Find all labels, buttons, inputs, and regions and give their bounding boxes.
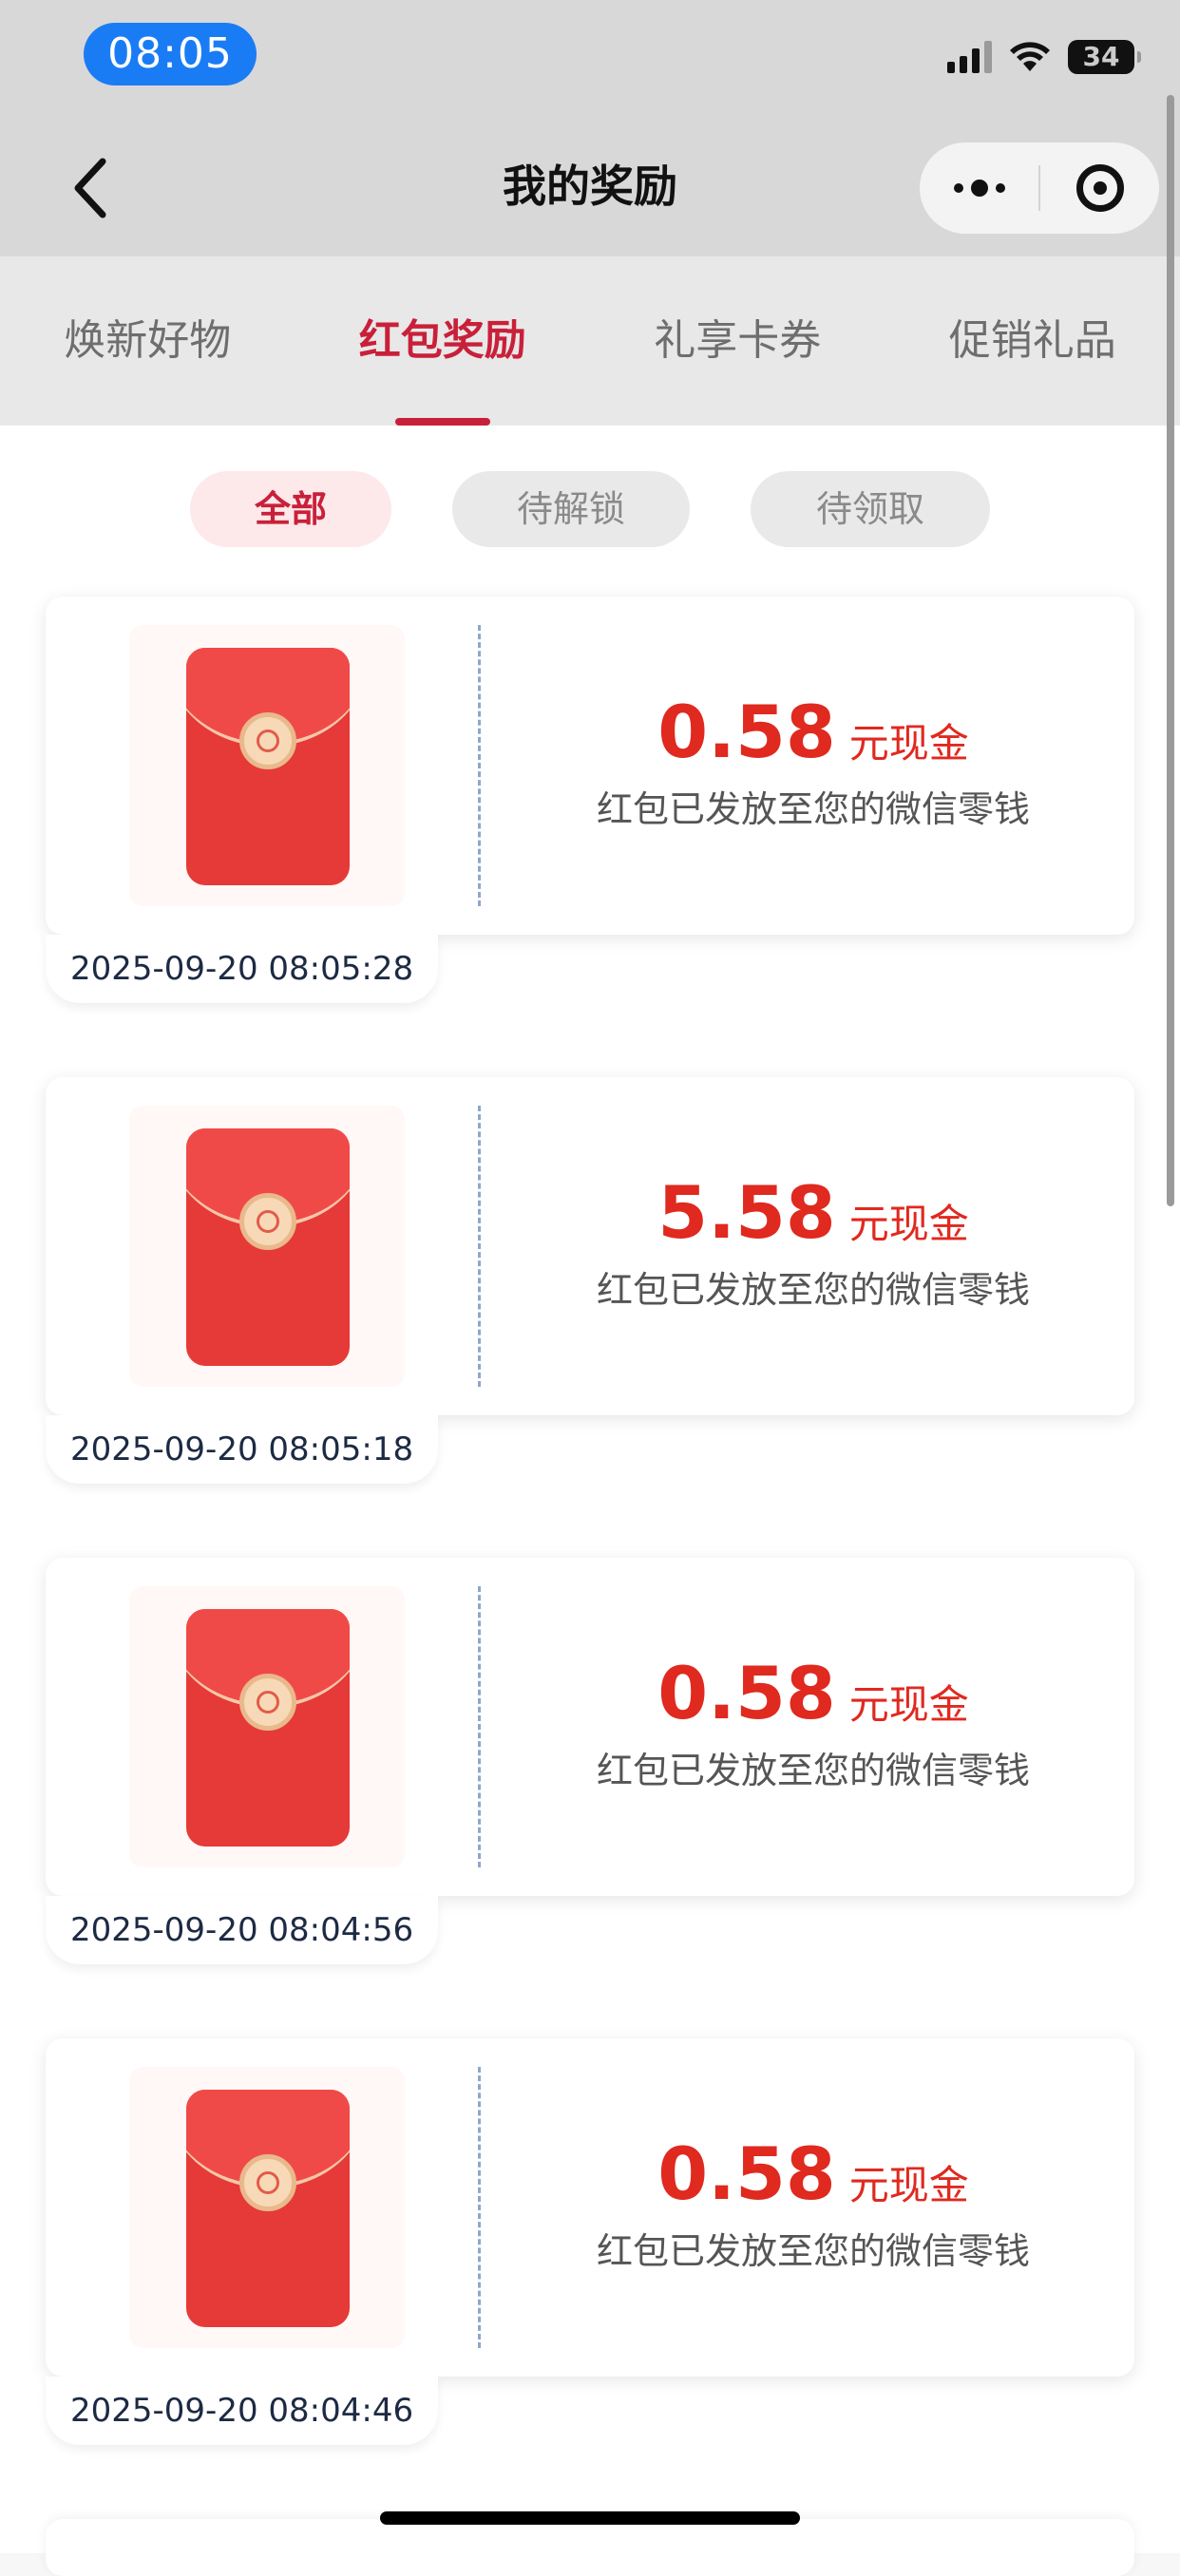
- reward-info: 0.58 元现金 红包已发放至您的微信零钱: [492, 2038, 1134, 2377]
- tab-red-packet-rewards[interactable]: 红包奖励: [295, 256, 591, 426]
- mini-program-capsule: [920, 142, 1159, 234]
- dashed-divider: [478, 1586, 481, 1867]
- reward-description: 红包已发放至您的微信零钱: [492, 780, 1134, 832]
- tab-gift-coupons[interactable]: 礼享卡券: [590, 256, 885, 426]
- red-envelope-icon: [186, 648, 350, 885]
- reward-card[interactable]: 5.58 元现金 红包已发放至您的微信零钱: [46, 1077, 1134, 1415]
- red-packet-image: [129, 1586, 405, 1867]
- reward-timestamp: 2025-09-20 08:05:18: [46, 1415, 438, 1484]
- reward-amount: 0.58: [657, 690, 836, 774]
- close-mini-program-button[interactable]: [1040, 142, 1159, 234]
- reward-unit: 元现金: [849, 1201, 969, 1247]
- reward-list-area: 全部 待解锁 待领取 0.58 元现金 红包已发放至您的微信零钱 2025-09-…: [0, 426, 1180, 2553]
- reward-description: 红包已发放至您的微信零钱: [492, 1741, 1134, 1793]
- reward-amount: 0.58: [657, 2131, 836, 2216]
- battery-icon: 34: [1068, 40, 1134, 74]
- status-icons: 34: [947, 40, 1134, 74]
- reward-amount: 5.58: [657, 1170, 836, 1255]
- wifi-icon: [1009, 41, 1051, 73]
- reward-amount: 0.58: [657, 1651, 836, 1735]
- reward-card-partial: [46, 2519, 1134, 2576]
- reward-unit: 元现金: [849, 2162, 969, 2208]
- reward-info: 0.58 元现金 红包已发放至您的微信零钱: [492, 1558, 1134, 1896]
- red-packet-image: [129, 1106, 405, 1387]
- dashed-divider: [478, 625, 481, 906]
- reward-unit: 元现金: [849, 720, 969, 767]
- nav-bar: 我的奖励: [0, 123, 1180, 256]
- signal-icon: [947, 41, 992, 73]
- reward-timestamp: 2025-09-20 08:04:56: [46, 1896, 438, 1964]
- red-envelope-icon: [186, 2090, 350, 2327]
- home-indicator: [380, 2511, 800, 2525]
- reward-card[interactable]: 0.58 元现金 红包已发放至您的微信零钱: [46, 2038, 1134, 2377]
- reward-timestamp: 2025-09-20 08:04:46: [46, 2377, 438, 2445]
- status-time: 08:05: [84, 23, 257, 85]
- tab-promo-gifts[interactable]: 促销礼品: [885, 256, 1180, 426]
- red-packet-image: [129, 625, 405, 906]
- dashed-divider: [478, 1106, 481, 1387]
- reward-unit: 元现金: [849, 1681, 969, 1728]
- reward-info: 5.58 元现金 红包已发放至您的微信零钱: [492, 1077, 1134, 1415]
- reward-timestamp: 2025-09-20 08:05:28: [46, 935, 438, 1003]
- more-button[interactable]: [920, 142, 1038, 234]
- more-dots-icon: [954, 180, 1005, 197]
- target-icon: [1076, 164, 1124, 212]
- red-envelope-icon: [186, 1128, 350, 1366]
- status-bar: 08:05 34: [0, 0, 1180, 123]
- reward-card[interactable]: 0.58 元现金 红包已发放至您的微信零钱: [46, 597, 1134, 935]
- tab-renewal-goods[interactable]: 焕新好物: [0, 256, 295, 426]
- filter-pending-unlock[interactable]: 待解锁: [452, 471, 690, 547]
- reward-tabs: 焕新好物 红包奖励 礼享卡券 促销礼品: [0, 256, 1180, 426]
- filter-pending-claim[interactable]: 待领取: [751, 471, 990, 547]
- scrollbar[interactable]: [1167, 95, 1174, 1206]
- dashed-divider: [478, 2067, 481, 2348]
- reward-description: 红包已发放至您的微信零钱: [492, 1260, 1134, 1313]
- reward-description: 红包已发放至您的微信零钱: [492, 2222, 1134, 2274]
- filter-all[interactable]: 全部: [190, 471, 391, 547]
- reward-card[interactable]: 0.58 元现金 红包已发放至您的微信零钱: [46, 1558, 1134, 1896]
- red-envelope-icon: [186, 1609, 350, 1847]
- reward-info: 0.58 元现金 红包已发放至您的微信零钱: [492, 597, 1134, 935]
- red-packet-image: [129, 2067, 405, 2348]
